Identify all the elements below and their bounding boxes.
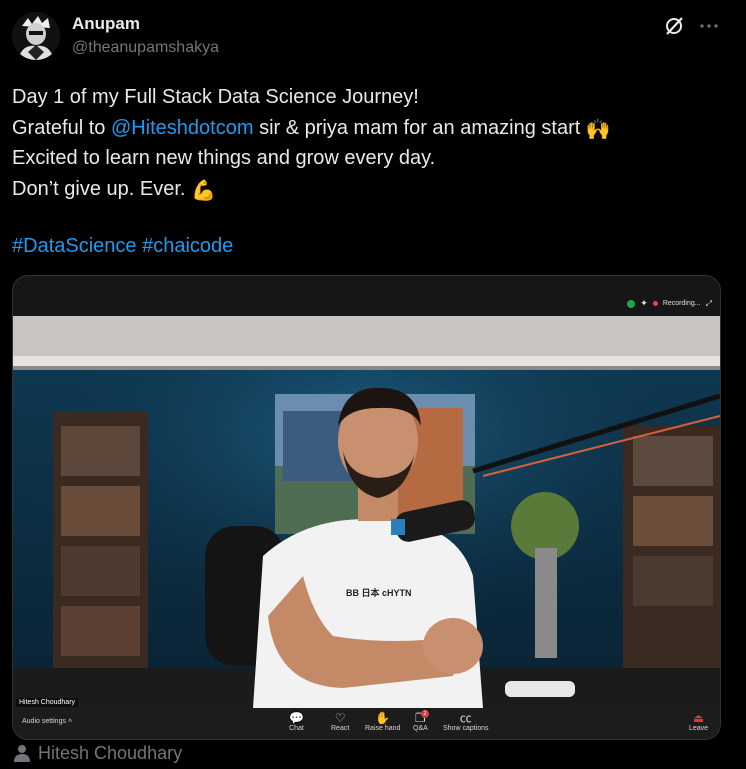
- video-still: [13, 316, 720, 708]
- hashtag-link[interactable]: #DataScience: [12, 235, 137, 257]
- more-options-icon[interactable]: [697, 14, 721, 38]
- record-dot-icon: [652, 301, 658, 306]
- avatar-image: [12, 12, 60, 60]
- meeting-toolbar: Audio settings ˄ 💬 Chat ♡ React ✋ Raise …: [13, 708, 720, 739]
- tweet-line-4: Don’t give up. Ever. 💪: [12, 174, 732, 205]
- fullscreen-icon: ⤢: [705, 298, 712, 308]
- hashtag-link[interactable]: #chaicode: [142, 235, 233, 257]
- speaker-name-tag: Hitesh Choudhary: [16, 698, 79, 707]
- flexed-biceps-emoji: 💪: [190, 179, 216, 202]
- mention-link[interactable]: @Hiteshdotcom: [111, 117, 254, 139]
- react-button[interactable]: ♡ React: [331, 711, 350, 733]
- avatar[interactable]: [12, 12, 60, 60]
- shirt-print: BB 日本 cHYTN: [346, 588, 412, 598]
- tweet-line-3: Excited to learn new things and grow eve…: [12, 147, 436, 169]
- recording-label: Recording...: [662, 300, 701, 307]
- tweet-line-1: Day 1 of my Full Stack Data Science Jour…: [12, 86, 419, 108]
- media-attachment[interactable]: ✦ Recording... ⤢ BB 日本 cHYTN Hitesh Chou…: [12, 275, 721, 740]
- meeting-top-bar: ✦ Recording... ⤢: [13, 276, 720, 316]
- tagged-person-name: Hitesh Choudhary: [38, 742, 183, 763]
- chat-button[interactable]: 💬 Chat: [289, 711, 304, 733]
- heart-icon: ♡: [334, 711, 346, 725]
- qa-badge: 2: [421, 710, 429, 718]
- hand-icon: ✋: [375, 711, 391, 725]
- author-handle[interactable]: @theanupamshakya: [72, 39, 219, 57]
- tweet-text-fragment: Grateful to: [12, 116, 111, 139]
- react-label: React: [331, 725, 350, 732]
- leave-icon: ⏏: [692, 711, 705, 725]
- grok-icon[interactable]: [663, 14, 687, 38]
- audio-settings-button[interactable]: Audio settings ˄: [22, 718, 72, 725]
- raise-hand-button[interactable]: ✋ Raise hand: [365, 711, 401, 733]
- tweet-text: Day 1 of my Full Stack Data Science Jour…: [12, 82, 732, 262]
- qa-button[interactable]: ❐ 2 Q&A: [413, 710, 429, 732]
- leave-label: Leave: [689, 725, 709, 732]
- tweet-text-fragment: sir & priya mam for an amazing start: [253, 116, 586, 139]
- chat-icon: 💬: [289, 711, 304, 725]
- captions-label: Show captions: [443, 725, 489, 732]
- chat-label: Chat: [289, 725, 304, 732]
- raise-hand-label: Raise hand: [365, 725, 401, 732]
- shield-icon: [627, 299, 636, 308]
- audio-settings-label: Audio settings: [22, 718, 66, 725]
- leave-button[interactable]: ⏏ Leave: [689, 711, 709, 733]
- captions-button[interactable]: ㏄ Show captions: [443, 711, 489, 733]
- tweet-text-fragment: Don’t give up. Ever.: [12, 177, 191, 200]
- chevron-up-icon: ˄: [67, 718, 73, 725]
- tagged-person[interactable]: Hitesh Choudhary: [14, 741, 182, 765]
- closed-captions-icon: ㏄: [459, 711, 472, 725]
- qa-icon: ❐ 2: [413, 710, 429, 725]
- sparkle-icon: ✦: [640, 298, 648, 308]
- tweet-hashtags: #DataScience #chaicode: [12, 231, 732, 262]
- video-frame: BB 日本 cHYTN Hitesh Choudhary: [13, 316, 720, 708]
- qa-label: Q&A: [413, 725, 428, 732]
- tweet-line-2: Grateful to @Hiteshdotcom sir & priya ma…: [12, 113, 732, 144]
- person-icon: [14, 745, 30, 762]
- raising-hands-emoji: 🙌: [585, 118, 611, 141]
- recording-indicator: ✦ Recording... ⤢: [627, 298, 712, 309]
- author-name[interactable]: Anupam: [72, 14, 140, 34]
